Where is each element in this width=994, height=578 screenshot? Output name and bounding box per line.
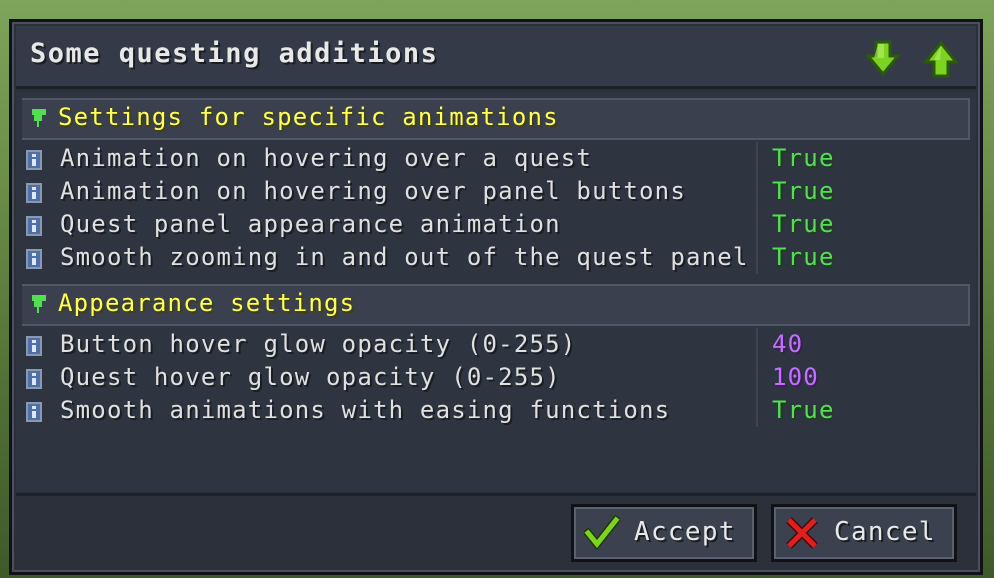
- section-label: Settings for specific animations: [58, 103, 559, 131]
- cancel-label: Cancel: [834, 517, 936, 547]
- setting-value-toggle[interactable]: True: [772, 396, 835, 424]
- setting-row[interactable]: Button hover glow opacity (0-255) 40: [22, 328, 970, 361]
- setting-name: Quest panel appearance animation: [60, 210, 561, 238]
- setting-name: Smooth animations with easing functions: [60, 396, 671, 424]
- setting-row[interactable]: Quest hover glow opacity (0-255) 100: [22, 361, 970, 394]
- scroll-up-button[interactable]: [922, 40, 960, 78]
- setting-value-toggle[interactable]: True: [772, 243, 835, 271]
- setting-value-toggle[interactable]: True: [772, 210, 835, 238]
- setting-row[interactable]: Smooth animations with easing functions …: [22, 394, 970, 427]
- section-header-animations[interactable]: Settings for specific animations: [22, 98, 970, 140]
- setting-value-number[interactable]: 100: [772, 363, 819, 391]
- info-icon[interactable]: [26, 150, 42, 170]
- setting-value-number[interactable]: 40: [772, 330, 803, 358]
- arrow-up-icon: [922, 40, 960, 78]
- setting-name: Button hover glow opacity (0-255): [60, 330, 577, 358]
- accept-button[interactable]: Accept: [571, 504, 757, 562]
- info-icon[interactable]: [26, 369, 42, 389]
- setting-value-toggle[interactable]: True: [772, 144, 835, 172]
- info-icon[interactable]: [26, 336, 42, 356]
- column-divider: [756, 241, 758, 274]
- column-divider: [756, 208, 758, 241]
- setting-row[interactable]: Smooth zooming in and out of the quest p…: [22, 241, 970, 274]
- info-icon[interactable]: [26, 216, 42, 236]
- settings-dialog: Some questing additions Settings for spe…: [9, 19, 983, 575]
- section-header-appearance[interactable]: Appearance settings: [22, 284, 970, 326]
- dialog-titlebar: Some questing additions: [16, 26, 976, 89]
- setting-value-toggle[interactable]: True: [772, 177, 835, 205]
- setting-name: Animation on hovering over panel buttons: [60, 177, 686, 205]
- info-icon[interactable]: [26, 249, 42, 269]
- dialog-footer: Accept Cancel: [16, 493, 976, 568]
- setting-name: Animation on hovering over a quest: [60, 144, 593, 172]
- cross-icon: [786, 517, 818, 549]
- setting-name: Quest hover glow opacity (0-255): [60, 363, 561, 391]
- settings-list: Settings for specific animations Animati…: [16, 92, 976, 492]
- setting-row[interactable]: Animation on hovering over a quest True: [22, 142, 970, 175]
- collapse-triangle-icon: [32, 109, 46, 127]
- accept-label: Accept: [634, 517, 736, 547]
- info-icon[interactable]: [26, 402, 42, 422]
- column-divider: [756, 175, 758, 208]
- setting-name: Smooth zooming in and out of the quest p…: [60, 243, 749, 271]
- collapse-triangle-icon: [32, 295, 46, 313]
- info-icon[interactable]: [26, 183, 42, 203]
- column-divider: [756, 328, 758, 361]
- checkmark-icon: [584, 515, 620, 551]
- scroll-down-button[interactable]: [864, 40, 902, 78]
- cancel-button[interactable]: Cancel: [771, 504, 957, 562]
- section-label: Appearance settings: [58, 289, 356, 317]
- arrow-down-icon: [864, 40, 902, 77]
- setting-row[interactable]: Quest panel appearance animation True: [22, 208, 970, 241]
- dialog-title: Some questing additions: [30, 38, 439, 69]
- column-divider: [756, 142, 758, 175]
- column-divider: [756, 361, 758, 394]
- column-divider: [756, 394, 758, 427]
- setting-row[interactable]: Animation on hovering over panel buttons…: [22, 175, 970, 208]
